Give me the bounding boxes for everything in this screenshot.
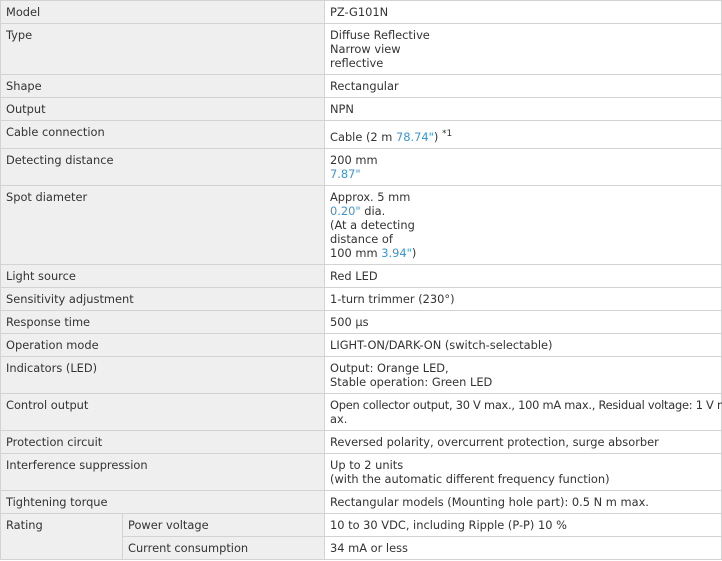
row-label-indicators: Indicators (LED) — [0, 356, 326, 394]
detecting-inch-value: 7.87" — [330, 167, 361, 181]
table-row: Tightening torque Rectangular models (Mo… — [0, 490, 722, 514]
cable-text-close: ) — [433, 130, 439, 144]
row-value-protection: Reversed polarity, overcurrent protectio… — [324, 430, 722, 454]
table-row: Detecting distance 200 mm 7.87" — [0, 148, 722, 186]
value-line: Up to 2 units — [330, 458, 404, 472]
table-row: Output NPN — [0, 97, 722, 121]
row-label-sensitivity: Sensitivity adjustment — [0, 287, 326, 311]
row-value-light: Red LED — [324, 264, 722, 288]
table-row: Model PZ-G101N — [0, 0, 722, 24]
row-label-spot: Spot diameter — [0, 185, 326, 265]
value-line: Stable operation: Green LED — [330, 375, 493, 389]
row-value-spot: Approx. 5 mm 0.20" dia. (At a detecting … — [324, 185, 722, 265]
value-line: Output: Orange LED, — [330, 361, 449, 375]
row-label-interference: Interference suppression — [0, 453, 326, 491]
row-value-response: 500 µs — [324, 310, 722, 334]
table-row: Light source Red LED — [0, 264, 722, 288]
row-value-control: Open collector output, 30 V max., 100 mA… — [324, 393, 722, 431]
row-label-type: Type — [0, 23, 326, 75]
table-row: Control output Open collector output, 30… — [0, 393, 722, 431]
value-line: Open collector output, 30 V max., 100 mA… — [330, 398, 722, 412]
row-value-torque: Rectangular models (Mounting hole part):… — [324, 490, 722, 514]
row-label-cable: Cable connection — [0, 120, 326, 149]
row-value-output: NPN — [324, 97, 722, 121]
value-line: 0.20" dia. — [330, 204, 716, 218]
table-row: Operation mode LIGHT-ON/DARK-ON (switch-… — [0, 333, 722, 357]
value-line: distance of — [330, 232, 393, 246]
row-label-model: Model — [0, 0, 326, 24]
value-line: (At a detecting — [330, 218, 415, 232]
table-row: Type Diffuse Reflective Narrow view refl… — [0, 23, 722, 75]
value-line: (with the automatic different frequency … — [330, 472, 610, 486]
row-label-shape: Shape — [0, 74, 326, 98]
row-value-shape: Rectangular — [324, 74, 722, 98]
row-value-operation: LIGHT-ON/DARK-ON (switch-selectable) — [324, 333, 722, 357]
value-line: 200 mm — [330, 153, 378, 167]
value-line: Diffuse Reflective — [330, 28, 430, 42]
spot-distance-close: ) — [411, 246, 417, 260]
spot-distance-inch-value: 3.94" — [381, 246, 412, 260]
row-value-cable: Cable (2 m 78.74") *1 — [324, 120, 722, 149]
row-label-control: Control output — [0, 393, 326, 431]
spot-distance-text: 100 mm — [330, 246, 382, 260]
row-value-sensitivity: 1-turn trimmer (230°) — [324, 287, 722, 311]
value-line: ax. — [330, 412, 348, 426]
row-value-indicators: Output: Orange LED, Stable operation: Gr… — [324, 356, 722, 394]
row-value-interference: Up to 2 units (with the automatic differ… — [324, 453, 722, 491]
spot-inch-value: 0.20" — [330, 204, 361, 218]
table-row: Interference suppression Up to 2 units (… — [0, 453, 722, 491]
row-sublabel-current: Current consumption — [121, 536, 326, 560]
row-label-detecting: Detecting distance — [0, 148, 326, 186]
spot-dia-text: dia. — [360, 204, 386, 218]
table-row: Protection circuit Reversed polarity, ov… — [0, 430, 722, 454]
table-row: Shape Rectangular — [0, 74, 722, 98]
row-value-detecting: 200 mm 7.87" — [324, 148, 722, 186]
row-label-torque: Tightening torque — [0, 490, 326, 514]
table-row: Cable connection Cable (2 m 78.74") *1 — [0, 120, 722, 149]
table-row: Indicators (LED) Output: Orange LED, Sta… — [0, 356, 722, 394]
row-label-light: Light source — [0, 264, 326, 288]
row-label-protection: Protection circuit — [0, 430, 326, 454]
cable-text: Cable (2 m — [330, 130, 397, 144]
value-line: Narrow view — [330, 42, 401, 56]
table-row: Response time 500 µs — [0, 310, 722, 334]
table-row: Sensitivity adjustment 1-turn trimmer (2… — [0, 287, 722, 311]
table-row: Spot diameter Approx. 5 mm 0.20" dia. (A… — [0, 185, 722, 265]
row-label-output: Output — [0, 97, 326, 121]
row-value-type: Diffuse Reflective Narrow view reflectiv… — [324, 23, 722, 75]
value-line: 100 mm 3.94") — [330, 246, 716, 260]
row-label-operation: Operation mode — [0, 333, 326, 357]
table-row: Rating Power voltage 10 to 30 VDC, inclu… — [0, 513, 722, 560]
footnote-marker: *1 — [441, 129, 453, 139]
row-label-response: Response time — [0, 310, 326, 334]
row-value-current: 34 mA or less — [324, 536, 722, 560]
spec-table: Model PZ-G101N Type Diffuse Reflective N… — [0, 0, 722, 560]
cable-inch-value: 78.74" — [396, 130, 434, 144]
value-line: Approx. 5 mm — [330, 190, 411, 204]
row-value-model: PZ-G101N — [324, 0, 722, 24]
row-value-power: 10 to 30 VDC, including Ripple (P-P) 10 … — [324, 513, 722, 537]
value-line: reflective — [330, 56, 384, 70]
row-label-rating: Rating — [0, 513, 123, 560]
row-sublabel-power: Power voltage — [121, 513, 326, 537]
